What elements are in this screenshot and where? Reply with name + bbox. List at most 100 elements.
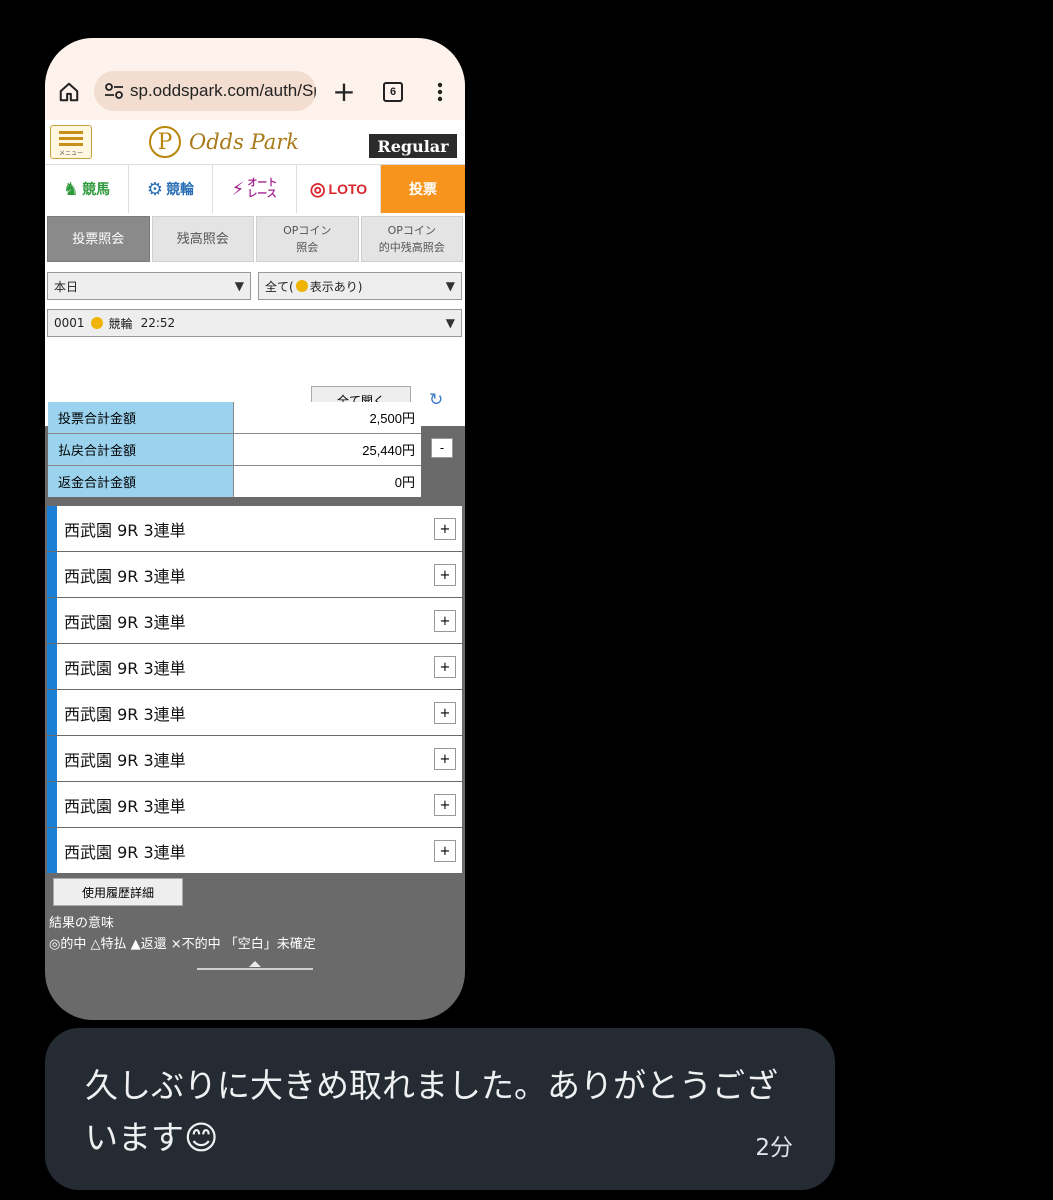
date-select-value: 本日 (54, 279, 79, 294)
tab-vote-inquiry[interactable]: 投票照会 (47, 216, 150, 262)
tab-label: オート レース (247, 178, 278, 200)
summary-label: 投票合計金額 (48, 402, 234, 433)
refresh-icon[interactable]: ↻ (429, 390, 443, 410)
message-timestamp: 2分 (755, 1135, 793, 1161)
sub-tab-label: OPコイン (283, 224, 332, 237)
expand-button[interactable]: + (434, 840, 456, 862)
sub-tab-label: OPコイン (387, 224, 436, 237)
message-text: 久しぶりに大きめ取れました。ありがとうございます😊 (85, 1066, 778, 1157)
race-label: 西武園 9R 3連単 (64, 796, 186, 816)
tab-balance-inquiry[interactable]: 残高照会 (151, 216, 254, 262)
expand-button[interactable]: + (434, 702, 456, 724)
list-item[interactable]: 西武園 9R 3連単 + (47, 828, 462, 873)
more-options-icon[interactable] (430, 78, 450, 106)
list-item[interactable]: 西武園 9R 3連単 + (47, 690, 462, 735)
race-label: 西武園 9R 3連単 (64, 566, 186, 586)
horse-icon: ♞ (62, 178, 80, 200)
tab-keiba[interactable]: ♞ 競馬 (45, 165, 129, 213)
logo-mark-icon: P (149, 126, 181, 158)
usage-history-button[interactable]: 使用履歴詳細 (53, 878, 183, 906)
tab-vote[interactable]: 投票 (381, 165, 465, 213)
expand-button[interactable]: + (434, 794, 456, 816)
list-item[interactable]: 西武園 9R 3連単 + (47, 782, 462, 827)
tab-label: 投票 (409, 182, 437, 198)
address-bar[interactable]: sp.oddspark.com/auth/Sp (94, 71, 316, 111)
sub-tab-label: 投票照会 (72, 231, 125, 247)
oddspark-logo[interactable]: P Odds Park (149, 124, 299, 160)
sub-tab-label: 的中残高照会 (378, 241, 445, 254)
race-label: 西武園 9R 3連単 (64, 658, 186, 678)
url-text: sp.oddspark.com/auth/Sp (130, 81, 316, 100)
list-item[interactable]: 西武園 9R 3連単 + (47, 552, 462, 597)
dropdown-arrow-icon: ▼ (445, 316, 455, 330)
race-list: 西武園 9R 3連単 + 西武園 9R 3連単 + 西武園 9R 3連単 + 西… (47, 506, 462, 874)
logo-text: Odds Park (189, 130, 300, 154)
medal-icon (295, 280, 308, 292)
ticket-id: 0001 (54, 316, 85, 330)
summary-row-bet-total: 投票合計金額 2,500円 (48, 402, 421, 434)
summary-value: 25,440円 (234, 434, 421, 465)
loto-icon: ◎ (309, 178, 326, 199)
date-select[interactable]: 本日 ▼ (47, 272, 251, 300)
phone-screenshot: sp.oddspark.com/auth/Sp + 6 メニュー P Odds … (45, 38, 465, 1020)
summary-row-refund-total: 返金合計金額 0円 (48, 466, 421, 497)
summary-label: 払戻合計金額 (48, 434, 234, 465)
menu-icon (59, 131, 83, 134)
motorcycle-icon: ⚡ (231, 178, 245, 200)
tab-label: LOTO (328, 181, 368, 197)
tab-label: 競馬 (82, 182, 111, 198)
tab-autorace[interactable]: ⚡ オート レース (213, 165, 297, 213)
plan-badge: Regular (369, 134, 457, 158)
list-item[interactable]: 西武園 9R 3連単 + (47, 644, 462, 689)
tab-switcher-button[interactable]: 6 (381, 80, 405, 104)
expand-button[interactable]: + (434, 518, 456, 540)
tab-loto[interactable]: ◎ LOTO (297, 165, 381, 213)
race-label: 西武園 9R 3連単 (64, 750, 186, 770)
display-filter-suffix: 表示あり) (309, 279, 363, 294)
summary-value: 0円 (234, 466, 421, 497)
browser-toolbar: sp.oddspark.com/auth/Sp + 6 (45, 38, 465, 120)
bicycle-icon: ⚙ (146, 178, 164, 200)
summary-row-payout-total: 払戻合計金額 25,440円 (48, 434, 421, 466)
site-settings-icon[interactable] (104, 83, 124, 99)
list-item[interactable]: 西武園 9R 3連単 + (47, 506, 462, 551)
list-item[interactable]: 西武園 9R 3連単 + (47, 598, 462, 643)
tab-keirin[interactable]: ⚙ 競輪 (129, 165, 213, 213)
expand-button[interactable]: + (434, 610, 456, 632)
collapse-summary-button[interactable]: - (431, 438, 453, 458)
summary-table: 投票合計金額 2,500円 払戻合計金額 25,440円 返金合計金額 0円 (48, 402, 421, 497)
sub-tab-label: 照会 (296, 241, 319, 254)
new-tab-icon[interactable]: + (331, 75, 357, 108)
menu-icon-bar (59, 137, 83, 140)
tab-op-coin-inquiry[interactable]: OPコイン 照会 (256, 216, 359, 262)
scroll-up-handle-icon[interactable] (197, 960, 313, 970)
list-item[interactable]: 西武園 9R 3連単 + (47, 736, 462, 781)
medal-icon (90, 317, 103, 329)
legend-text: ◎的中 △特払 ▲返還 ×不的中 「空白」未確定 (49, 937, 316, 952)
site-header: メニュー P Odds Park Regular (45, 120, 465, 164)
menu-button[interactable]: メニュー (50, 125, 92, 159)
ticket-select[interactable]: 0001 競輪 22:52 ▼ (47, 309, 462, 337)
home-icon[interactable] (55, 78, 83, 106)
dropdown-arrow-icon: ▼ (445, 279, 455, 293)
race-label: 西武園 9R 3連単 (64, 704, 186, 724)
tab-count: 6 (383, 82, 403, 102)
display-filter-select[interactable]: 全て( 表示あり) ▼ (258, 272, 462, 300)
tab-label: 競輪 (166, 182, 195, 198)
display-filter-prefix: 全て( (265, 279, 294, 294)
race-label: 西武園 9R 3連単 (64, 842, 186, 862)
expand-button[interactable]: + (434, 748, 456, 770)
summary-value: 2,500円 (234, 402, 421, 433)
chat-message-bubble: 久しぶりに大きめ取れました。ありがとうございます😊 2分 (45, 1028, 835, 1190)
race-label: 西武園 9R 3連単 (64, 612, 186, 632)
expand-button[interactable]: + (434, 656, 456, 678)
ticket-type: 競輪 (108, 316, 133, 331)
expand-button[interactable]: + (434, 564, 456, 586)
sub-tabs: 投票照会 残高照会 OPコイン 照会 OPコイン 的中残高照会 (47, 216, 463, 262)
dropdown-arrow-icon: ▼ (234, 279, 244, 293)
category-tabs: ♞ 競馬 ⚙ 競輪 ⚡ オート レース ◎ LOTO 投票 (45, 164, 465, 213)
menu-label: メニュー (58, 150, 83, 157)
web-page: メニュー P Odds Park Regular ♞ 競馬 ⚙ 競輪 ⚡ オート… (45, 120, 465, 426)
tab-op-coin-hit-balance[interactable]: OPコイン 的中残高照会 (360, 216, 463, 262)
sub-tab-label: 残高照会 (176, 231, 229, 247)
